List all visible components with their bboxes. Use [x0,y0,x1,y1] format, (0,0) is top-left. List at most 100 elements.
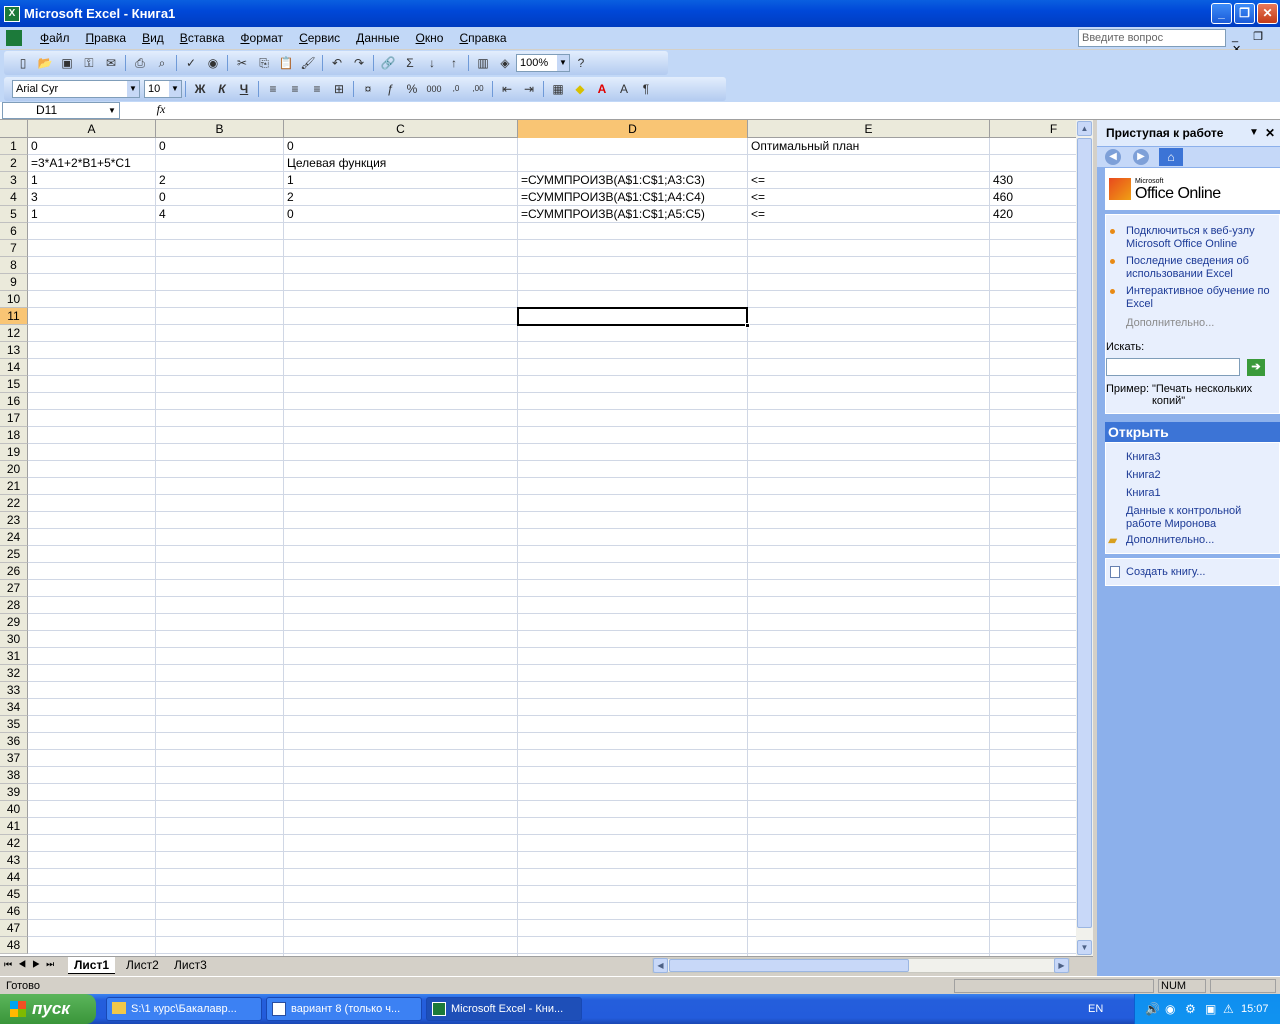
cell[interactable]: 0 [156,138,166,155]
back-icon[interactable]: ◀ [1105,149,1121,165]
horizontal-scroll-thumb[interactable] [669,959,909,972]
align-center-icon[interactable]: ≡ [285,79,305,99]
network-icon[interactable]: ◉ [1165,994,1175,1024]
menu-tools[interactable]: Сервис [291,27,348,49]
cell[interactable]: =СУММПРОИЗВ(A$1:C$1;A3:C3) [518,172,705,189]
column-header-c[interactable]: C [284,120,518,138]
cell[interactable]: 2 [284,189,294,206]
recent-file-1[interactable]: Книга3 [1126,451,1161,464]
cell[interactable]: Целевая функция [284,155,386,172]
close-button[interactable]: ✕ [1257,3,1278,24]
cell[interactable]: <= [748,206,765,223]
column-header-d[interactable]: D [518,120,748,138]
create-workbook-link[interactable]: Создать книгу... [1126,566,1205,579]
row-header[interactable]: 1 [0,138,28,155]
cut-icon[interactable]: ✂ [232,53,252,73]
cell[interactable]: 1 [28,206,38,223]
copy-icon[interactable]: ⎘ [254,53,274,73]
row-header[interactable]: 43 [0,852,28,869]
cell[interactable]: 3 [28,189,38,206]
row-header[interactable]: 28 [0,597,28,614]
row-header[interactable]: 46 [0,903,28,920]
vertical-scroll-thumb[interactable] [1077,138,1092,928]
column-header-f[interactable]: F [990,120,1076,138]
row-header[interactable]: 13 [0,342,28,359]
scroll-left-icon[interactable]: ◀ [653,958,668,973]
menu-insert[interactable]: Вставка [172,27,233,49]
row-header[interactable]: 19 [0,444,28,461]
menu-help[interactable]: Справка [451,27,514,49]
font-size-combo[interactable]: 10 ▼ [144,80,182,98]
active-cell[interactable] [517,307,750,328]
row-header[interactable]: 17 [0,410,28,427]
paragraph-icon[interactable]: ¶ [636,79,656,99]
row-header[interactable]: 7 [0,240,28,257]
cell[interactable]: <= [748,189,765,206]
volume-icon[interactable]: 🔊 [1145,994,1160,1024]
minimize-button[interactable]: _ [1211,3,1232,24]
insert-function-icon[interactable]: fx [152,102,170,119]
row-header[interactable]: 22 [0,495,28,512]
cell[interactable]: 0 [284,138,294,155]
sheet-tab-2[interactable]: Лист2 [120,957,165,974]
task-pane-close-icon[interactable]: ✕ [1265,120,1275,146]
maximize-button[interactable]: ❐ [1234,3,1255,24]
drawing-icon[interactable]: ◈ [495,53,515,73]
row-header[interactable]: 35 [0,716,28,733]
cell[interactable]: <= [748,172,765,189]
link-more-online[interactable]: Дополнительно... [1126,317,1214,330]
row-header[interactable]: 30 [0,631,28,648]
recent-file-2[interactable]: Книга2 [1126,469,1161,482]
italic-button[interactable]: К [212,79,232,99]
cell[interactable]: 430 [990,172,1013,189]
row-header[interactable]: 15 [0,376,28,393]
fill-color-icon[interactable]: ◆ [570,79,590,99]
horizontal-scrollbar[interactable]: ◀ ▶ [652,958,1070,973]
cell[interactable]: 0 [284,206,294,223]
row-header[interactable]: 11 [0,308,28,325]
ask-question-input[interactable]: Введите вопрос [1078,29,1226,47]
bold-button[interactable]: Ж [190,79,210,99]
start-button[interactable]: пуск [0,994,96,1024]
merge-center-icon[interactable]: ⊞ [329,79,349,99]
format-painter-icon[interactable]: 🖌 [298,53,318,73]
save-icon[interactable]: ▣ [57,53,77,73]
row-header[interactable]: 21 [0,478,28,495]
row-header[interactable]: 18 [0,427,28,444]
worksheet-grid[interactable]: A B C D E F 1 2 3 4 5 6 7 8 9 10 11 12 13 14 15 16 17 18 1… [0,120,1076,956]
cell[interactable]: 1 [28,172,38,189]
cell[interactable]: =3*A1+2*B1+5*C1 [28,155,131,172]
task-explorer[interactable]: S:\1 курс\Бакалавр... [106,997,262,1021]
function-icon[interactable]: ƒ [380,79,400,99]
link-interactive-training[interactable]: Интерактивное обучение по Excel [1126,285,1276,311]
search-go-icon[interactable]: ➔ [1247,359,1265,376]
column-header-e[interactable]: E [748,120,990,138]
sort-asc-icon[interactable]: ↓ [422,53,442,73]
row-header[interactable]: 29 [0,614,28,631]
new-icon[interactable]: ▯ [13,53,33,73]
row-header[interactable]: 34 [0,699,28,716]
row-header[interactable]: 40 [0,801,28,818]
increase-decimal-icon[interactable]: ,0 [446,79,466,99]
row-header[interactable]: 14 [0,359,28,376]
row-header[interactable]: 33 [0,682,28,699]
font-color-icon[interactable]: A [592,79,612,99]
scroll-up-icon[interactable]: ▲ [1077,121,1092,136]
row-header[interactable]: 23 [0,512,28,529]
link-latest-news[interactable]: Последние сведения об использовании Exce… [1126,255,1276,281]
row-header[interactable]: 6 [0,223,28,240]
task-pane-menu-icon[interactable]: ▼ [1249,120,1259,146]
formula-bar[interactable] [0,102,1280,120]
borders-icon[interactable]: ▦ [548,79,568,99]
link-connect-office-online[interactable]: Подключиться к веб-узлу Microsoft Office… [1126,225,1276,251]
percent-icon[interactable]: % [402,79,422,99]
row-header[interactable]: 36 [0,733,28,750]
row-header[interactable]: 5 [0,206,28,223]
permission-icon[interactable]: ⚿ [79,53,99,73]
sheet-tab-3[interactable]: Лист3 [168,957,213,974]
chevron-down-icon[interactable]: ▼ [127,81,139,97]
sheet-tab-1[interactable]: Лист1 [68,957,116,974]
scroll-down-icon[interactable]: ▼ [1077,940,1092,955]
scroll-right-icon[interactable]: ▶ [1054,958,1069,973]
antivirus-icon[interactable]: ⚙ [1185,994,1196,1024]
